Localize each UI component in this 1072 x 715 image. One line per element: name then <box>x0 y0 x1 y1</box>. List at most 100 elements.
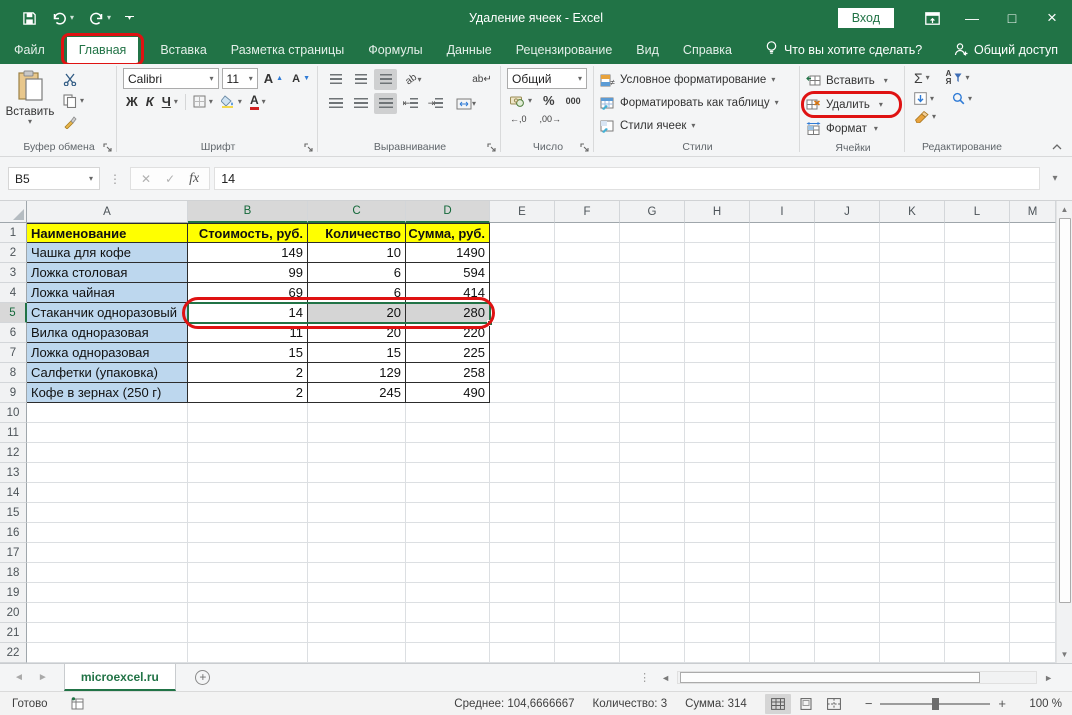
sign-in-button[interactable]: Вход <box>838 8 894 28</box>
cell-A5[interactable]: Стаканчик одноразовый <box>27 303 188 323</box>
cell-I2[interactable] <box>750 243 815 263</box>
cell-A22[interactable] <box>27 643 188 663</box>
status-sum[interactable]: Сумма: 314 <box>685 698 747 710</box>
cell-I3[interactable] <box>750 263 815 283</box>
cell-H16[interactable] <box>685 523 750 543</box>
row-header-16[interactable]: 16 <box>0 523 27 543</box>
cell-L22[interactable] <box>945 643 1010 663</box>
maximize-button[interactable]: □ <box>992 0 1032 36</box>
cell-I7[interactable] <box>750 343 815 363</box>
cell-L5[interactable] <box>945 303 1010 323</box>
cell-D12[interactable] <box>406 443 490 463</box>
cell-F3[interactable] <box>555 263 620 283</box>
underline-button[interactable]: Ч▾ <box>159 92 181 111</box>
increase-decimal-button[interactable]: ←,0 <box>507 112 530 126</box>
row-header-14[interactable]: 14 <box>0 483 27 503</box>
fill-color-button[interactable]: ▾ <box>218 93 245 110</box>
row-header-5[interactable]: 5 <box>0 303 27 323</box>
column-header-A[interactable]: A <box>27 201 188 223</box>
cell-D5[interactable]: 280 <box>406 303 490 323</box>
cell-D4[interactable]: 414 <box>406 283 490 303</box>
confirm-entry-icon[interactable]: ✓ <box>165 172 175 186</box>
align-middle-button[interactable] <box>349 69 372 90</box>
cell-H1[interactable] <box>685 223 750 243</box>
cell-J2[interactable] <box>815 243 880 263</box>
cell-E20[interactable] <box>490 603 555 623</box>
cell-F7[interactable] <box>555 343 620 363</box>
cell-G7[interactable] <box>620 343 685 363</box>
cell-K12[interactable] <box>880 443 945 463</box>
cell-H12[interactable] <box>685 443 750 463</box>
cell-C18[interactable] <box>308 563 406 583</box>
wrap-text-button[interactable]: ab↵ <box>468 69 496 90</box>
cell-I4[interactable] <box>750 283 815 303</box>
cell-L6[interactable] <box>945 323 1010 343</box>
delete-cells-button[interactable]: Удалить ▾ <box>806 93 900 116</box>
cell-E5[interactable] <box>490 303 555 323</box>
cell-K15[interactable] <box>880 503 945 523</box>
tab-data[interactable]: Данные <box>435 37 504 63</box>
cell-H9[interactable] <box>685 383 750 403</box>
column-header-F[interactable]: F <box>555 201 620 223</box>
cell-I12[interactable] <box>750 443 815 463</box>
cell-E13[interactable] <box>490 463 555 483</box>
column-header-B[interactable]: B <box>188 201 308 223</box>
horizontal-scrollbar-thumb[interactable] <box>680 672 980 683</box>
cell-M20[interactable] <box>1010 603 1056 623</box>
cell-K20[interactable] <box>880 603 945 623</box>
tab-view[interactable]: Вид <box>624 37 671 63</box>
font-color-button[interactable]: А ▾ <box>247 92 269 112</box>
next-sheet-icon[interactable]: ► <box>38 672 48 683</box>
cell-B3[interactable]: 99 <box>188 263 308 283</box>
cell-I19[interactable] <box>750 583 815 603</box>
cell-I18[interactable] <box>750 563 815 583</box>
column-header-J[interactable]: J <box>815 201 880 223</box>
cell-K9[interactable] <box>880 383 945 403</box>
cell-D19[interactable] <box>406 583 490 603</box>
zoom-in-button[interactable]: + <box>998 696 1006 711</box>
row-header-15[interactable]: 15 <box>0 503 27 523</box>
cell-J21[interactable] <box>815 623 880 643</box>
cell-M5[interactable] <box>1010 303 1056 323</box>
insert-function-icon[interactable]: fx <box>189 171 199 187</box>
column-header-D[interactable]: D <box>406 201 490 223</box>
cell-L19[interactable] <box>945 583 1010 603</box>
cell-D22[interactable] <box>406 643 490 663</box>
cell-D17[interactable] <box>406 543 490 563</box>
cell-D14[interactable] <box>406 483 490 503</box>
cell-J1[interactable] <box>815 223 880 243</box>
formula-bar-splitter[interactable]: ⋮ <box>109 172 121 186</box>
cell-I8[interactable] <box>750 363 815 383</box>
cell-E22[interactable] <box>490 643 555 663</box>
cell-D20[interactable] <box>406 603 490 623</box>
redo-dropdown-icon[interactable]: ▾ <box>107 14 111 22</box>
scroll-up-icon[interactable]: ▲ <box>1057 201 1072 218</box>
customize-qat-icon[interactable]: ▾ <box>125 16 134 21</box>
cell-F22[interactable] <box>555 643 620 663</box>
cell-J17[interactable] <box>815 543 880 563</box>
cell-L14[interactable] <box>945 483 1010 503</box>
cell-J18[interactable] <box>815 563 880 583</box>
cell-F5[interactable] <box>555 303 620 323</box>
row-header-4[interactable]: 4 <box>0 283 27 303</box>
select-all-button[interactable] <box>0 201 27 223</box>
comma-style-button[interactable]: 000 <box>563 94 584 108</box>
cell-M2[interactable] <box>1010 243 1056 263</box>
alignment-dialog-launcher-icon[interactable] <box>487 143 497 153</box>
cell-M15[interactable] <box>1010 503 1056 523</box>
cell-G22[interactable] <box>620 643 685 663</box>
borders-button[interactable]: ▾ <box>190 93 216 110</box>
cell-E3[interactable] <box>490 263 555 283</box>
cell-C7[interactable]: 15 <box>308 343 406 363</box>
cell-M17[interactable] <box>1010 543 1056 563</box>
zoom-percentage[interactable]: 100 % <box>1024 698 1062 710</box>
cell-C12[interactable] <box>308 443 406 463</box>
decrease-indent-button[interactable]: ⇤ <box>399 93 422 114</box>
cell-H21[interactable] <box>685 623 750 643</box>
cell-D8[interactable]: 258 <box>406 363 490 383</box>
align-center-button[interactable] <box>349 93 372 114</box>
cell-F12[interactable] <box>555 443 620 463</box>
cell-G18[interactable] <box>620 563 685 583</box>
increase-font-size-button[interactable]: А▲ <box>261 69 286 88</box>
cell-B21[interactable] <box>188 623 308 643</box>
